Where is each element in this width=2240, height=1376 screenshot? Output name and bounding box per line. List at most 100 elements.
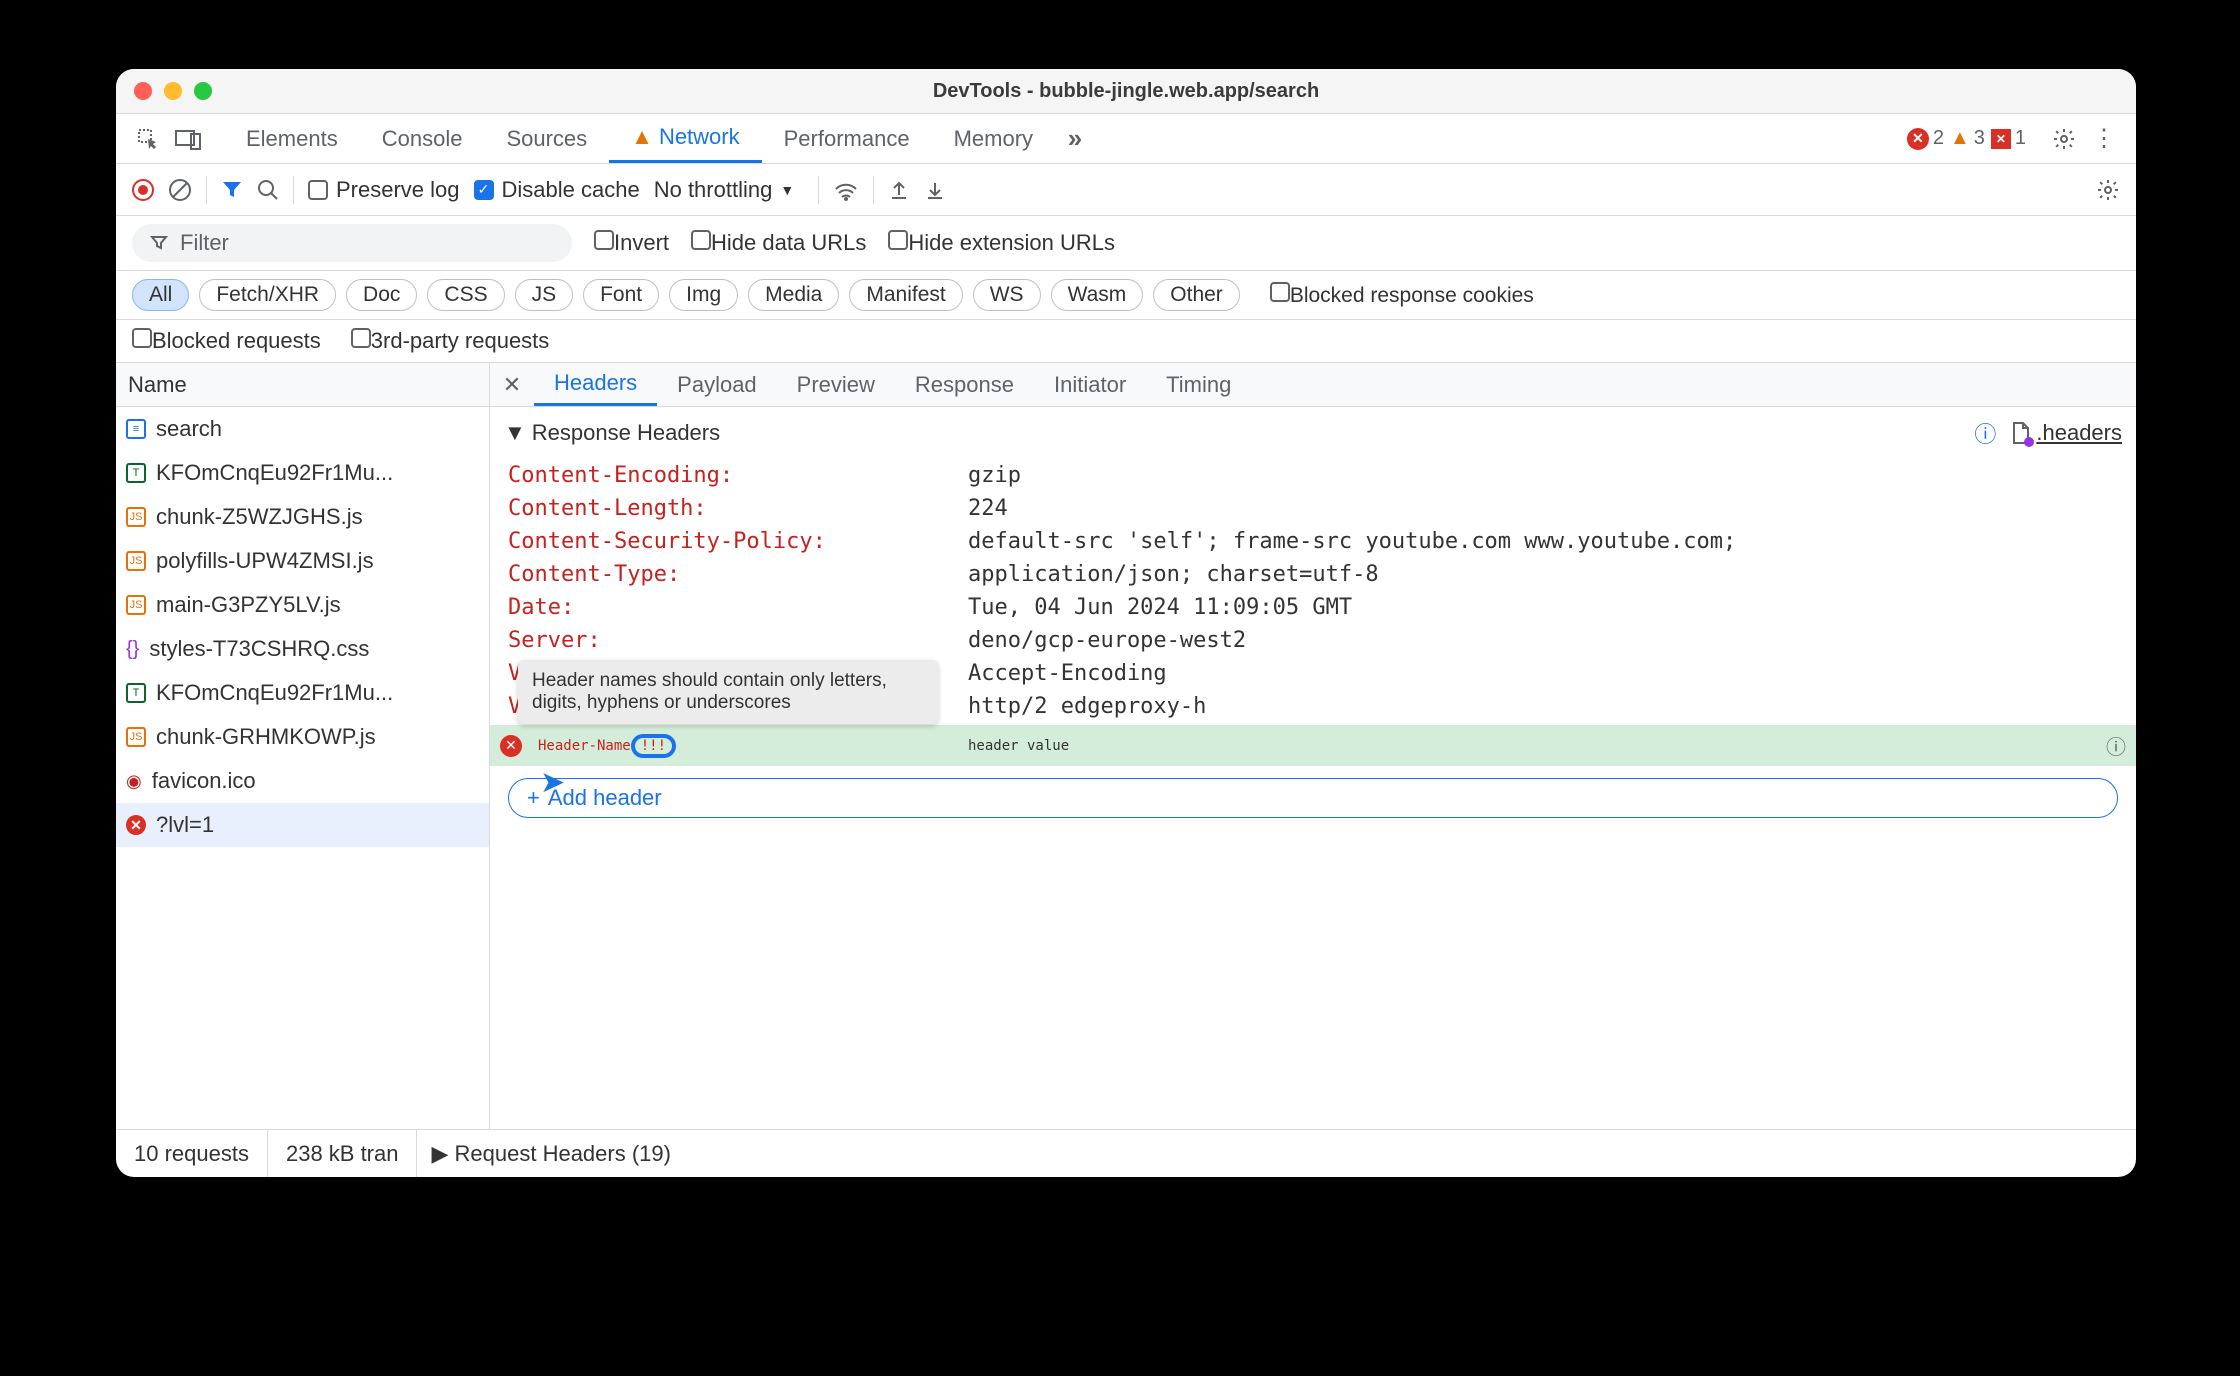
titlebar: DevTools - bubble-jingle.web.app/search [116,69,2136,114]
close-detail-icon[interactable]: ✕ [490,372,534,398]
header-value: deno/gcp-europe-west2 [968,628,1246,653]
header-row: Content-Type:application/json; charset=u… [508,558,2118,591]
help-icon[interactable]: ⓘ [1974,417,1996,449]
request-row[interactable]: JSchunk-Z5WZJGHS.js [116,495,489,539]
header-value: Tue, 04 Jun 2024 11:09:05 GMT [968,595,1352,620]
type-img[interactable]: Img [669,279,738,311]
plus-icon: + [527,785,540,811]
header-value: gzip [968,463,1021,488]
type-doc[interactable]: Doc [346,279,417,311]
search-icon[interactable] [257,179,279,201]
response-headers-section[interactable]: ▼ Response Headers ⓘ .headers [490,407,2136,459]
invert-checkbox[interactable]: Invert [594,230,669,256]
header-row: Date:Tue, 04 Jun 2024 11:09:05 GMT [508,591,2118,624]
header-value: http/2 edgeproxy-h [968,694,1206,719]
override-file-icon [2010,421,2030,445]
request-name: favicon.ico [152,768,256,794]
extra-filter-row: Blocked requests 3rd-party requests [116,320,2136,363]
type-ws[interactable]: WS [973,279,1041,311]
hide-data-urls-checkbox[interactable]: Hide data URLs [691,230,866,256]
request-row[interactable]: TKFOmCnqEu92Fr1Mu... [116,671,489,715]
request-name: KFOmCnqEu92Fr1Mu... [156,460,393,486]
type-fetch[interactable]: Fetch/XHR [199,279,336,311]
tab-network[interactable]: ▲Network [609,114,761,163]
type-media[interactable]: Media [748,279,839,311]
settings-icon[interactable] [2044,119,2084,159]
third-party-checkbox[interactable]: 3rd-party requests [351,328,550,354]
tab-memory[interactable]: Memory [932,114,1055,163]
issue-badges[interactable]: ✕2 ▲3 ✕1 [1907,127,2026,150]
header-row: Server:deno/gcp-europe-west2 [508,624,2118,657]
header-name: Date: [508,595,968,620]
detail-tab-response[interactable]: Response [895,363,1034,406]
filter-input[interactable]: Filter [132,224,572,262]
type-wasm[interactable]: Wasm [1051,279,1144,311]
type-css[interactable]: CSS [427,279,504,311]
detail-panel: ✕ Headers Payload Preview Response Initi… [490,363,2136,1129]
section-title: Response Headers [532,420,720,446]
hide-extension-urls-checkbox[interactable]: Hide extension URLs [888,230,1115,256]
header-row: Content-Security-Policy:default-src 'sel… [508,525,2118,558]
network-conditions-icon[interactable] [833,179,859,201]
header-value-input[interactable]: header value [968,738,1069,754]
more-tabs-icon[interactable]: » [1055,119,1095,159]
more-icon[interactable]: ⋮ [2084,119,2124,159]
tab-sources[interactable]: Sources [484,114,609,163]
panel-settings-icon[interactable] [2096,178,2120,202]
blocked-cookies-checkbox[interactable]: Blocked response cookies [1270,282,1534,308]
type-manifest[interactable]: Manifest [849,279,962,311]
transferred-size: 238 kB tran [268,1130,418,1177]
disable-cache-checkbox[interactable]: ✓Disable cache [474,177,640,203]
request-row[interactable]: ◉favicon.ico [116,759,489,803]
upload-icon[interactable] [888,179,910,201]
clear-icon[interactable] [168,178,192,202]
error-icon: ✕ [1907,128,1929,150]
delete-header-icon[interactable]: ✕ [500,735,522,757]
detail-tab-headers[interactable]: Headers [534,363,657,406]
record-button[interactable] [132,179,154,201]
type-font[interactable]: Font [583,279,659,311]
detail-tab-initiator[interactable]: Initiator [1034,363,1146,406]
header-value: 224 [968,496,1008,521]
request-name: chunk-GRHMKOWP.js [156,724,376,750]
header-row: Content-Encoding:gzip [508,459,2118,492]
body: Name ≡searchTKFOmCnqEu92Fr1Mu...JSchunk-… [116,363,2136,1129]
header-name-input[interactable]: Header-Name!!! [538,734,968,758]
request-row[interactable]: JSpolyfills-UPW4ZMSI.js [116,539,489,583]
throttling-select[interactable]: No throttling▼ [654,177,794,203]
headers-override-link[interactable]: .headers [2036,420,2122,446]
preserve-log-checkbox[interactable]: Preserve log [308,177,460,203]
name-column-header[interactable]: Name [116,363,489,407]
tab-console[interactable]: Console [360,114,485,163]
tab-elements[interactable]: Elements [224,114,360,163]
request-row[interactable]: JSmain-G3PZY5LV.js [116,583,489,627]
type-js[interactable]: JS [515,279,574,311]
filter-row: Filter Invert Hide data URLs Hide extens… [116,216,2136,271]
blocked-requests-checkbox[interactable]: Blocked requests [132,328,321,354]
type-other[interactable]: Other [1153,279,1240,311]
tab-performance[interactable]: Performance [762,114,932,163]
network-toolbar: Preserve log ✓Disable cache No throttlin… [116,164,2136,216]
warning-icon: ▲ [631,124,653,150]
request-list: Name ≡searchTKFOmCnqEu92Fr1Mu...JSchunk-… [116,363,490,1129]
type-all[interactable]: All [132,279,189,311]
filter-icon[interactable] [221,179,243,201]
request-row[interactable]: ✕?lvl=1 [116,803,489,847]
inspect-icon[interactable] [128,119,168,159]
request-headers-section[interactable]: ▶ Request Headers (19) [417,1141,670,1167]
devtools-window: DevTools - bubble-jingle.web.app/search … [116,69,2136,1177]
detail-tabs: ✕ Headers Payload Preview Response Initi… [490,363,2136,407]
request-row[interactable]: JSchunk-GRHMKOWP.js [116,715,489,759]
device-toolbar-icon[interactable] [168,119,208,159]
detail-tab-payload[interactable]: Payload [657,363,777,406]
info-icon[interactable]: ⓘ [2106,731,2126,760]
request-row[interactable]: ≡search [116,407,489,451]
detail-tab-preview[interactable]: Preview [777,363,895,406]
add-header-button[interactable]: +Add header [508,778,2118,818]
header-value: application/json; charset=utf-8 [968,562,1379,587]
request-row[interactable]: {}styles-T73CSHRQ.css [116,627,489,671]
download-icon[interactable] [924,179,946,201]
request-row[interactable]: TKFOmCnqEu92Fr1Mu... [116,451,489,495]
detail-tab-timing[interactable]: Timing [1146,363,1251,406]
invalid-chars: !!! [631,734,676,758]
